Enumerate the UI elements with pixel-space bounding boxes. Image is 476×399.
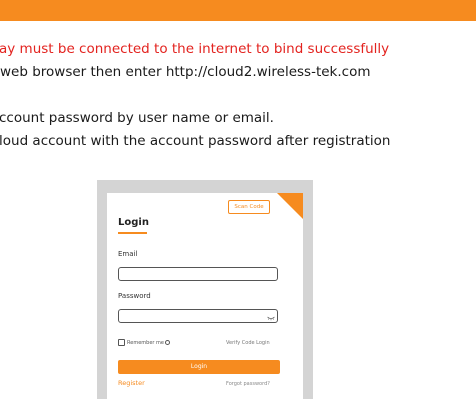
qr-corner-icon[interactable]	[277, 193, 303, 219]
remember-me-checkbox[interactable]	[118, 339, 125, 346]
register-link[interactable]: Register	[118, 379, 145, 388]
orange-header-bar	[0, 0, 476, 21]
email-field[interactable]	[118, 267, 278, 281]
login-title: Login	[118, 217, 149, 228]
login-card: Scan Code Login Email Password Remember …	[107, 193, 303, 399]
internet-warning-text: ay must be connected to the internet to …	[0, 41, 390, 57]
info-icon	[165, 340, 170, 345]
remember-me-label: Remember me	[127, 339, 170, 347]
forgot-password-link[interactable]: Forgot password?	[226, 380, 270, 388]
browser-instruction-text: web browser then enter http://cloud2.wir…	[0, 64, 371, 80]
eye-closed-icon[interactable]	[267, 315, 275, 321]
login-instruction-text: loud account with the account password a…	[0, 133, 391, 149]
password-instruction-text: ccount password by user name or email.	[0, 110, 274, 126]
login-button[interactable]: Login	[118, 360, 280, 374]
password-label: Password	[118, 292, 151, 300]
email-label: Email	[118, 250, 138, 258]
verify-code-login-link[interactable]: Verify Code Login	[226, 339, 270, 347]
remember-me-text: Remember me	[127, 340, 164, 346]
login-title-underline	[118, 232, 147, 234]
manual-page: ay must be connected to the internet to …	[0, 0, 476, 399]
password-field[interactable]	[118, 309, 278, 323]
scan-code-button[interactable]: Scan Code	[228, 200, 270, 214]
